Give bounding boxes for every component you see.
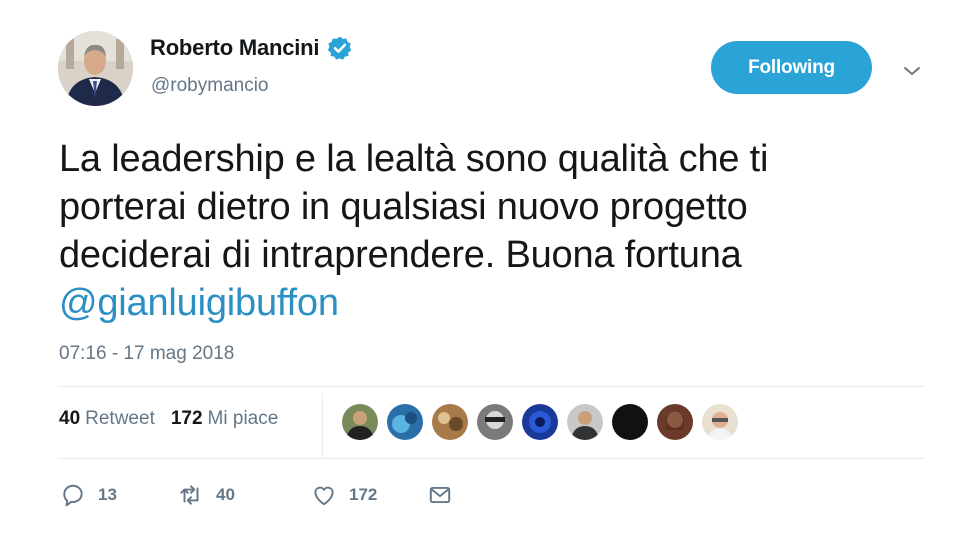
- verified-badge-icon: [328, 36, 352, 60]
- like-count: 172: [349, 485, 378, 504]
- divider: [58, 386, 924, 387]
- tweet-text-line: porterai dietro in qualsiasi nuovo proge…: [59, 186, 748, 228]
- liker-avatar[interactable]: [432, 404, 468, 440]
- following-button[interactable]: Following: [711, 41, 872, 94]
- retweets-stat[interactable]: 40 Retweet: [59, 408, 155, 430]
- tweet-actions: 13 40 172: [60, 482, 453, 508]
- retweets-count: 40: [59, 408, 81, 429]
- liker-avatar[interactable]: [657, 404, 693, 440]
- tweet-text-line: deciderai di intraprendere. Buona fortun…: [59, 234, 742, 276]
- likes-label: Mi piace: [207, 408, 279, 429]
- mention-link[interactable]: @gianluigibuffon: [59, 279, 919, 327]
- liker-avatar[interactable]: [702, 404, 738, 440]
- stats-separator: [322, 394, 323, 458]
- likers-avatars: [342, 404, 747, 440]
- envelope-icon: [429, 486, 451, 504]
- liker-avatar[interactable]: [342, 404, 378, 440]
- liker-avatar[interactable]: [567, 404, 603, 440]
- chevron-down-icon[interactable]: [900, 59, 924, 83]
- author-avatar[interactable]: [58, 31, 133, 106]
- retweet-count: 40: [216, 485, 235, 504]
- reply-count: 13: [98, 485, 117, 504]
- retweet-icon: [180, 485, 199, 505]
- liker-avatar[interactable]: [612, 404, 648, 440]
- liker-avatar[interactable]: [522, 404, 558, 440]
- author-handle[interactable]: @robymancio: [151, 75, 269, 97]
- tweet-text: La leadership e la lealtà sono qualità c…: [59, 135, 919, 327]
- author-name-row: Roberto Mancini: [150, 35, 353, 61]
- tweet-stats: 40 Retweet 172 Mi piace: [59, 408, 278, 430]
- likes-count: 172: [170, 408, 203, 429]
- liker-avatar[interactable]: [387, 404, 423, 440]
- retweets-label: Retweet: [85, 408, 155, 429]
- tweet-card: Roberto Mancini @robymancio Following La…: [0, 0, 978, 543]
- direct-message-button[interactable]: [427, 482, 453, 508]
- reply-icon: [63, 484, 83, 507]
- heart-icon: [314, 486, 334, 506]
- reply-button[interactable]: 13: [60, 482, 178, 508]
- liker-avatar[interactable]: [477, 404, 513, 440]
- author-name[interactable]: Roberto Mancini: [150, 35, 320, 61]
- like-button[interactable]: 172: [311, 482, 427, 508]
- tweet-text-line: La leadership e la lealtà sono qualità c…: [59, 138, 769, 180]
- likes-stat[interactable]: 172 Mi piace: [171, 408, 278, 430]
- divider: [58, 458, 924, 459]
- retweet-button[interactable]: 40: [178, 482, 311, 508]
- tweet-timestamp[interactable]: 07:16 - 17 mag 2018: [59, 343, 234, 365]
